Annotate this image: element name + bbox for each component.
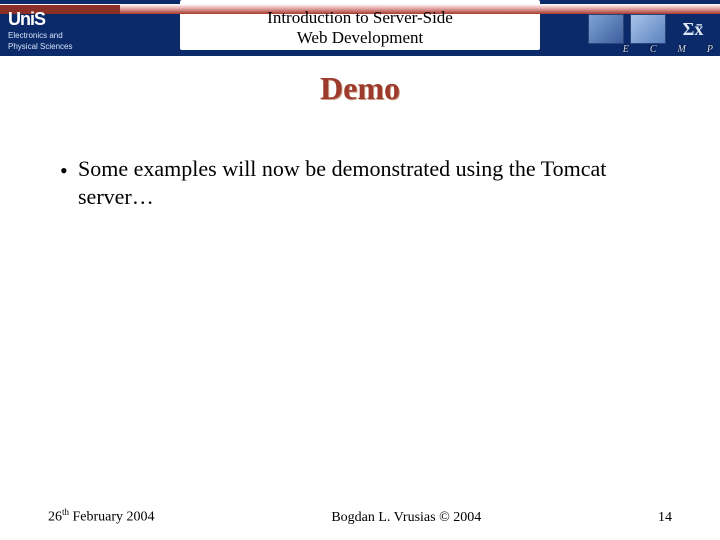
abstract-image-icon (588, 14, 624, 44)
ecmp-c: C (650, 44, 658, 55)
course-title-line2: Web Development (297, 28, 424, 47)
department-line-2: Physical Sciences (8, 43, 72, 52)
department-line-1: Electronics and (8, 32, 72, 41)
course-title: Introduction to Server-Side Web Developm… (267, 8, 453, 49)
course-title-line1: Introduction to Server-Side (267, 8, 453, 27)
university-logo: UniS Electronics and Physical Sciences (8, 10, 72, 51)
slide-body: • Some examples will now be demonstrated… (0, 107, 720, 210)
sigma-emblem-icon: Σx̄ (672, 14, 714, 44)
footer-date: 26th February 2004 (48, 507, 155, 526)
ecmp-e: E (623, 44, 630, 55)
footer-page-number: 14 (658, 510, 672, 526)
slide-title: Demo (0, 70, 720, 107)
dolphin-image-icon (630, 14, 666, 44)
university-shortname: UniS (8, 10, 72, 30)
footer-date-rest: February 2004 (69, 510, 155, 525)
footer-date-day: 26 (48, 510, 62, 525)
ecmp-p: P (707, 44, 714, 55)
header-decorative-images: Σx̄ (588, 14, 714, 44)
bullet-text: Some examples will now be demonstrated u… (78, 155, 660, 210)
ecmp-m: M (678, 44, 687, 55)
footer-date-suffix: th (62, 507, 69, 517)
ecmp-letters: E C M P (623, 44, 714, 55)
slide-header-band: UniS Electronics and Physical Sciences I… (0, 0, 720, 56)
footer-author: Bogdan L. Vrusias © 2004 (155, 510, 658, 526)
slide-footer: 26th February 2004 Bogdan L. Vrusias © 2… (0, 507, 720, 526)
bullet-item: • Some examples will now be demonstrated… (60, 155, 660, 210)
sigma-symbol: Σx̄ (683, 19, 704, 40)
bullet-marker-icon: • (60, 155, 78, 185)
